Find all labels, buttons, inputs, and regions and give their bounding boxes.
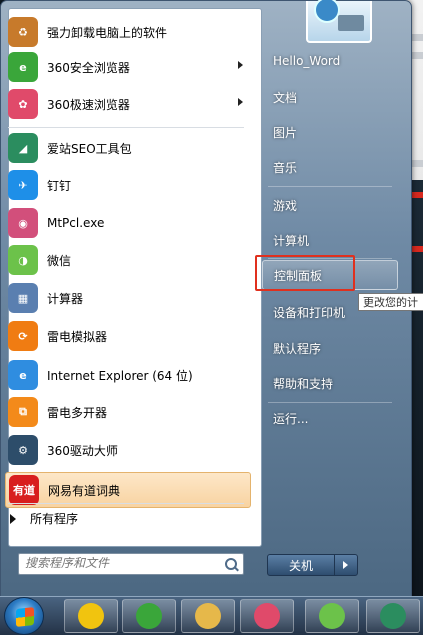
program-list-separator: [8, 127, 244, 128]
right-item-music[interactable]: 音乐: [262, 152, 398, 182]
search-input[interactable]: [19, 554, 215, 572]
submenu-arrow-icon[interactable]: [238, 61, 243, 69]
taskbar: [0, 596, 423, 635]
taskbar-360-browser[interactable]: [122, 599, 176, 633]
program-list-separator: [8, 503, 244, 504]
user-avatar-globe: [314, 0, 340, 23]
program-item-label: MtPcl.exe: [47, 216, 105, 230]
control-panel-highlight-frame: [255, 255, 355, 291]
program-item-label: 计算器: [47, 291, 84, 306]
leidian-multi-icon: ⧉: [8, 397, 38, 427]
internet-explorer-icon: e: [8, 360, 38, 390]
right-item-pictures[interactable]: 图片: [262, 117, 398, 147]
music-note-icon: [78, 603, 104, 629]
dingtalk-icon: ✈: [8, 170, 38, 200]
program-item-label: 360驱动大师: [47, 443, 118, 458]
360-browser-icon: [136, 603, 162, 629]
right-pane-separator: [268, 186, 392, 187]
right-item-user[interactable]: Hello_Word: [262, 46, 398, 76]
mtpcl-camera-icon: ◉: [8, 208, 38, 238]
aizhan-seo-icon: ◢: [8, 133, 38, 163]
user-picture[interactable]: [306, 0, 372, 43]
all-programs-label: 所有程序: [30, 512, 79, 526]
program-item-label: 爱站SEO工具包: [47, 141, 132, 156]
right-item-computer[interactable]: 计算机: [262, 225, 398, 255]
program-item[interactable]: ✈ 钉钉: [5, 168, 249, 202]
taskbar-360-speed-browser[interactable]: [240, 599, 294, 633]
windows-logo-icon: [16, 607, 34, 627]
folder-icon: [195, 603, 221, 629]
program-item[interactable]: ⚙ 360驱动大师: [5, 433, 249, 467]
taskbar-wechat[interactable]: [305, 599, 359, 633]
program-item[interactable]: ♻ 强力卸载电脑上的软件: [5, 15, 249, 49]
program-item[interactable]: ▦ 计算器: [5, 281, 249, 315]
program-item-label: 雷电多开器: [47, 405, 108, 420]
start-button[interactable]: [4, 597, 44, 635]
leidian-emulator-icon: ⟳: [8, 321, 38, 351]
taskbar-aizhan-seo[interactable]: [366, 599, 420, 633]
360-speed-browser-icon: ✿: [8, 89, 38, 119]
program-item-label: 网易有道词典: [48, 483, 121, 498]
taskbar-music-app[interactable]: [64, 599, 118, 633]
wechat-icon: ◑: [8, 245, 38, 275]
right-item-help-support[interactable]: 帮助和支持: [262, 368, 398, 398]
wechat-icon: [319, 603, 345, 629]
control-panel-tooltip: 更改您的计: [358, 293, 423, 311]
program-item[interactable]: ✿ 360极速浏览器: [5, 87, 249, 121]
all-programs-button[interactable]: 所有程序: [10, 510, 78, 527]
program-item[interactable]: ◢ 爱站SEO工具包: [5, 131, 249, 165]
all-programs-arrow-icon: [10, 513, 16, 524]
program-item[interactable]: ◉ MtPcl.exe: [5, 206, 249, 240]
search-icon[interactable]: [225, 558, 237, 570]
program-item[interactable]: e 360安全浏览器: [5, 50, 249, 84]
program-item-label: 强力卸载电脑上的软件: [47, 25, 168, 40]
program-item[interactable]: ⟳ 雷电模拟器: [5, 319, 249, 353]
right-item-games[interactable]: 游戏: [262, 190, 398, 220]
program-item[interactable]: ◑ 微信: [5, 243, 249, 277]
submenu-arrow-icon[interactable]: [238, 98, 243, 106]
right-item-run[interactable]: 运行...: [262, 403, 398, 433]
program-item-label: 微信: [47, 253, 72, 268]
360-driver-icon: ⚙: [8, 435, 38, 465]
360-speed-browser-icon: [254, 603, 280, 629]
taskbar-file-explorer[interactable]: [181, 599, 235, 633]
program-item-label: 360极速浏览器: [47, 97, 130, 112]
program-item-label: 雷电模拟器: [47, 329, 108, 344]
program-item-label: Internet Explorer (64 位): [47, 368, 193, 383]
shutdown-button[interactable]: 关机: [267, 554, 335, 576]
program-item[interactable]: e Internet Explorer (64 位): [5, 358, 249, 392]
user-avatar-device: [338, 15, 364, 31]
shutdown-options-button[interactable]: [334, 554, 358, 576]
program-item-label: 360安全浏览器: [47, 60, 130, 75]
aizhan-seo-icon: [380, 603, 406, 629]
program-item-label: 钉钉: [47, 178, 72, 193]
uninstall-icon: ♻: [8, 17, 38, 47]
right-item-documents[interactable]: 文档: [262, 82, 398, 112]
right-item-default-programs[interactable]: 默认程序: [262, 333, 398, 363]
calculator-icon: ▦: [8, 283, 38, 313]
right-pane-separator: [268, 402, 392, 403]
youdao-dictionary-icon: 有道: [9, 475, 39, 505]
search-programs-box[interactable]: [18, 553, 244, 575]
program-item[interactable]: ⧉ 雷电多开器: [5, 395, 249, 429]
360-browser-icon: e: [8, 52, 38, 82]
